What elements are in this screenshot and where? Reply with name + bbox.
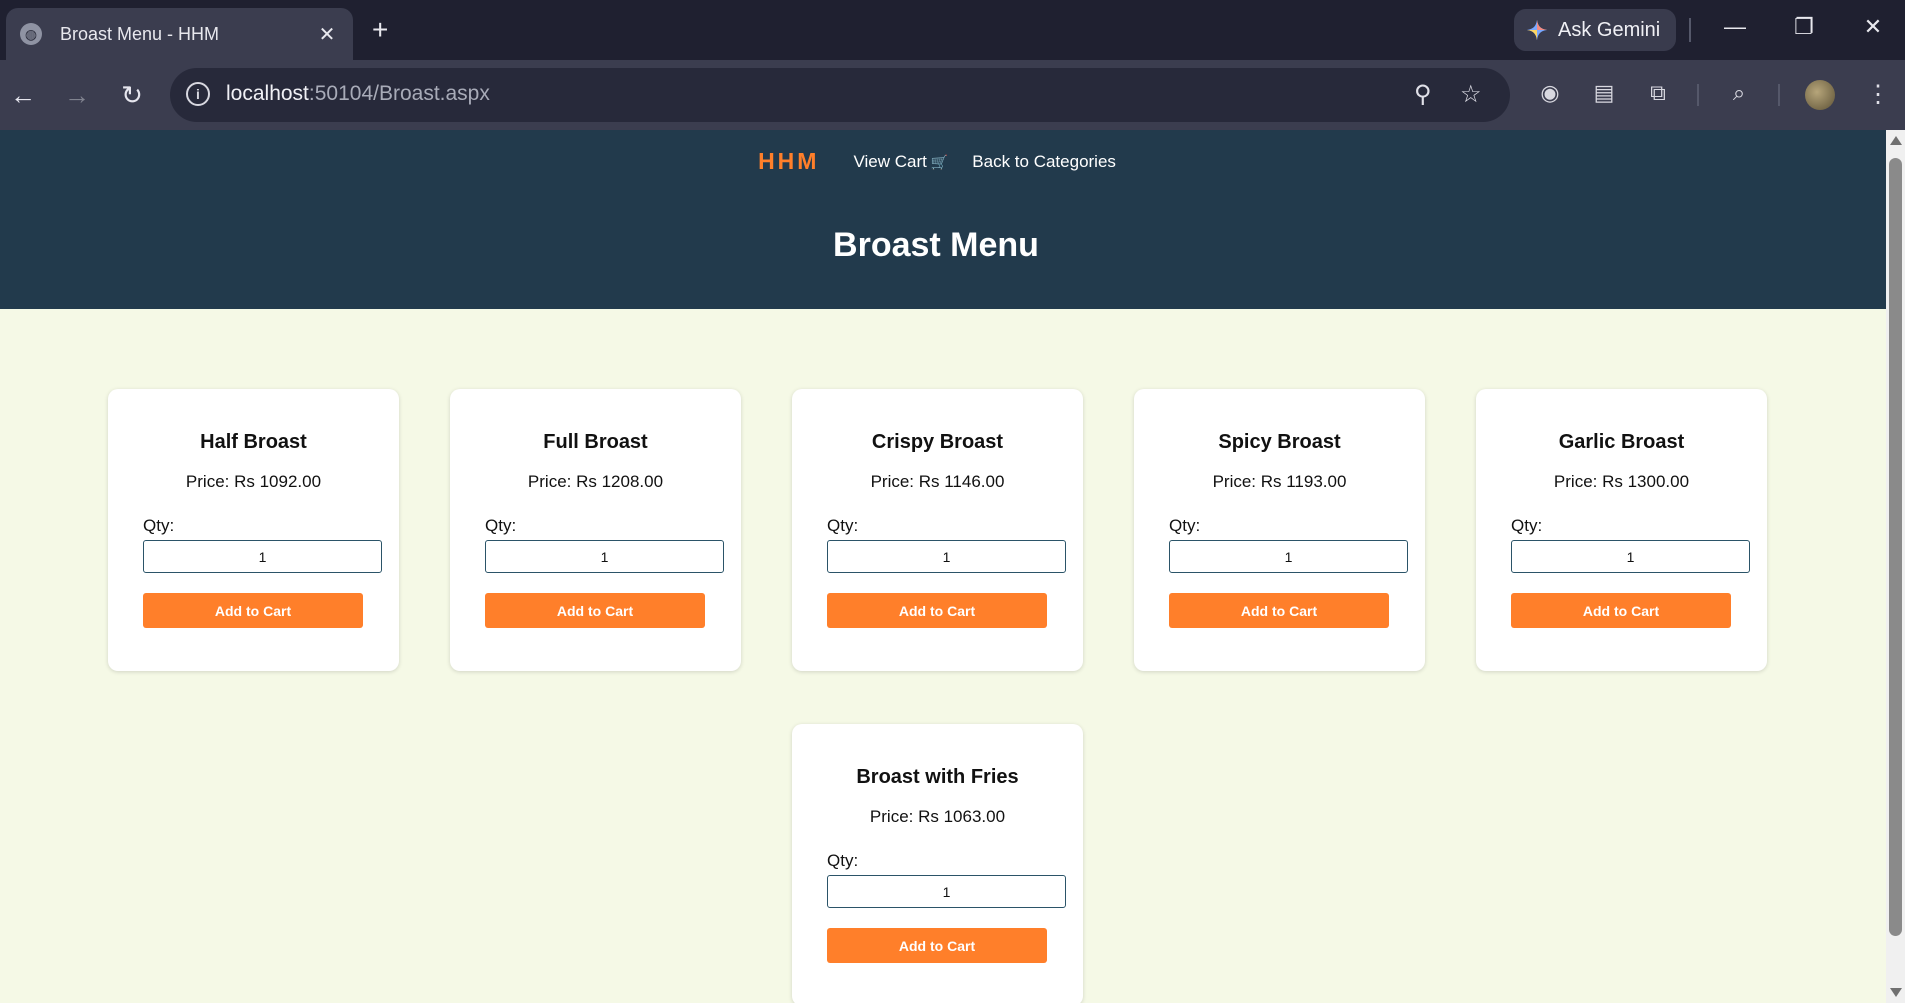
tab-close-icon[interactable]: ✕	[315, 22, 339, 47]
more-menu-icon[interactable]: ⋮	[1866, 80, 1890, 109]
product-name: Half Broast	[200, 431, 307, 453]
product-price: Price: Rs 1146.00	[870, 472, 1005, 491]
brand-logo[interactable]: HHM	[758, 148, 819, 175]
scroll-up-arrow-icon[interactable]	[1890, 136, 1902, 145]
gemini-sparkle-icon	[1526, 19, 1548, 41]
add-to-cart-button[interactable]: Add to Cart	[485, 593, 705, 628]
product-price: Price: Rs 1193.00	[1212, 472, 1347, 491]
qty-label: Qty:	[143, 516, 175, 535]
qty-label: Qty:	[827, 851, 859, 870]
product-price: Price: Rs 1063.00	[869, 807, 1006, 826]
qty-input[interactable]	[1169, 540, 1408, 573]
back-to-categories-link[interactable]: Back to Categories	[972, 152, 1116, 172]
cart-icon: 🛒	[930, 153, 949, 170]
product-name: Spicy Broast	[1218, 431, 1341, 453]
product-name: Full Broast	[543, 431, 648, 453]
url-text[interactable]: localhost:50104/Broast.aspx	[226, 82, 490, 106]
qty-label: Qty:	[1511, 516, 1543, 535]
page-viewport: HHM View Cart 🛒 Back to Categories Broast…	[0, 130, 1886, 1003]
qty-label: Qty:	[485, 516, 517, 535]
extensions-puzzle-icon[interactable]: ⧉	[1643, 80, 1673, 106]
ask-gemini-label: Ask Gemini	[1558, 18, 1661, 41]
restore-icon[interactable]: ❐	[1784, 14, 1824, 40]
view-cart-label: View Cart	[853, 151, 927, 171]
bookmark-star-icon[interactable]: ☆	[1460, 82, 1482, 108]
tab-title: Broast Menu - HHM	[60, 23, 220, 44]
browser-tab[interactable]: ◍ Broast Menu - HHM ✕	[6, 8, 353, 60]
product-card: Full Broast Price: Rs 1208.00 Qty: Add t…	[450, 389, 741, 671]
product-card: Crispy Broast Price: Rs 1146.00 Qty: Add…	[792, 389, 1083, 671]
add-to-cart-button[interactable]: Add to Cart	[1511, 593, 1731, 628]
product-card: Spicy Broast Price: Rs 1193.00 Qty: Add …	[1134, 389, 1425, 671]
qty-label: Qty:	[827, 516, 859, 535]
add-to-cart-button[interactable]: Add to Cart	[827, 593, 1047, 628]
product-card: Garlic Broast Price: Rs 1300.00 Qty: Add…	[1476, 389, 1767, 671]
view-cart-link[interactable]: View Cart 🛒	[853, 152, 948, 172]
qty-input[interactable]	[1511, 540, 1750, 573]
qty-input[interactable]	[827, 540, 1066, 573]
document-icon[interactable]: ▤	[1589, 80, 1619, 106]
product-price: Price: Rs 1208.00	[527, 472, 664, 491]
add-to-cart-button[interactable]: Add to Cart	[1169, 593, 1389, 628]
scroll-down-arrow-icon[interactable]	[1890, 988, 1902, 997]
qty-input[interactable]	[827, 875, 1066, 908]
zoom-icon[interactable]: ⚲	[1414, 82, 1432, 108]
qty-input[interactable]	[143, 540, 382, 573]
site-header: HHM View Cart 🛒 Back to Categories Broast…	[0, 130, 1886, 309]
divider	[1689, 18, 1691, 42]
browser-toolbar: ← → ↻ i localhost:50104/Broast.aspx ⚲ ☆	[0, 60, 1905, 130]
new-tab-button[interactable]: +	[372, 14, 388, 46]
product-card: Broast with Fries Price: Rs 1063.00 Qty:…	[792, 724, 1083, 1003]
divider	[1697, 84, 1699, 106]
product-card: Half Broast Price: Rs 1092.00 Qty: Add t…	[108, 389, 399, 671]
profile-avatar[interactable]	[1805, 80, 1835, 110]
divider	[1778, 84, 1780, 106]
globe-icon: ◍	[20, 23, 42, 45]
product-price: Price: Rs 1300.00	[1553, 472, 1690, 491]
site-nav: HHM View Cart 🛒 Back to Categories	[0, 148, 1886, 175]
product-name: Crispy Broast	[871, 431, 1004, 453]
scroll-thumb[interactable]	[1889, 158, 1902, 936]
extension-recorder-icon[interactable]: ◉	[1535, 80, 1565, 106]
forward-arrow-icon[interactable]: →	[60, 80, 94, 110]
site-info-icon[interactable]: i	[186, 82, 210, 106]
ask-gemini-button[interactable]: Ask Gemini	[1514, 9, 1676, 51]
page-title: Broast Menu	[833, 226, 1039, 264]
search-tab-icon[interactable]: ⌕	[1724, 80, 1754, 106]
product-price: Price: Rs 1092.00	[185, 472, 322, 491]
reload-icon[interactable]: ↻	[115, 80, 149, 110]
url-host: localhost	[226, 82, 309, 105]
add-to-cart-button[interactable]: Add to Cart	[827, 928, 1047, 963]
close-window-icon[interactable]: ✕	[1853, 14, 1893, 40]
address-bar[interactable]: i localhost:50104/Broast.aspx ⚲ ☆	[170, 68, 1510, 122]
url-path: :50104/Broast.aspx	[308, 82, 490, 105]
add-to-cart-button[interactable]: Add to Cart	[143, 593, 363, 628]
product-name: Garlic Broast	[1558, 431, 1685, 453]
back-arrow-icon[interactable]: ←	[6, 80, 40, 110]
minimize-icon[interactable]: —	[1715, 14, 1755, 40]
qty-label: Qty:	[1169, 516, 1201, 535]
qty-input[interactable]	[485, 540, 724, 573]
page-scrollbar[interactable]	[1886, 130, 1905, 1003]
browser-tabstrip: ◍ Broast Menu - HHM ✕ + Ask Gemini — ❐ ✕	[0, 0, 1905, 60]
product-name: Broast with Fries	[856, 766, 1019, 788]
